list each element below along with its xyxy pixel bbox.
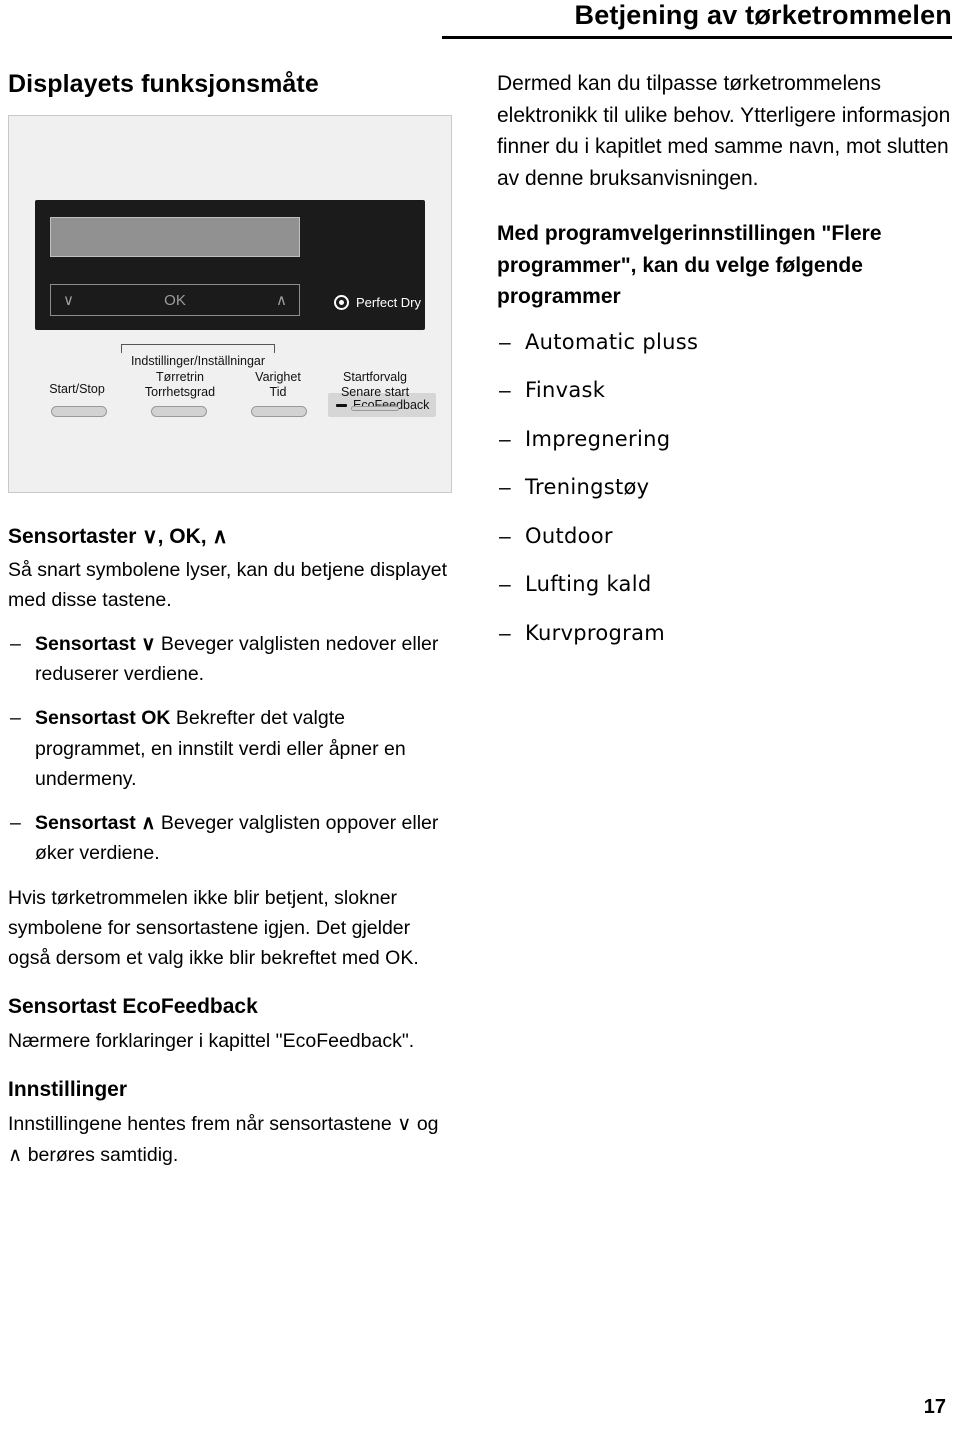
perfect-dry-label: Perfect Dry xyxy=(356,295,422,310)
program-label: Outdoor xyxy=(525,523,613,548)
label-dryness-1: Tørretrin xyxy=(156,370,204,384)
bullet-dash: – xyxy=(499,621,511,645)
bullet-head-ok: Sensortast OK xyxy=(35,707,171,730)
bullet-head-down: Sensortast ∨ xyxy=(35,632,156,655)
page-number: 17 xyxy=(923,1396,946,1418)
settings-body: Innstillingene hentes frem når sensortas… xyxy=(8,1113,439,1166)
label-delay-1: Startforvalg xyxy=(343,370,407,384)
page-header: Betjening av tørketrommelen xyxy=(0,0,960,40)
label-dryness-2: Torrhetsgrad xyxy=(144,385,216,399)
program-item: – Impregnering xyxy=(497,424,952,456)
left-column: Displayets funksjonsmåte ∨ OK ∧ Perfect … xyxy=(8,70,453,1184)
ecofeedback-body: Nærmere forklaringer i kapittel "EcoFeed… xyxy=(8,1030,415,1053)
bullet-sensor-down: – Sensortast ∨ Beveger valglisten nedove… xyxy=(8,629,453,689)
button-start-stop xyxy=(51,406,107,417)
program-item: – Automatic pluss xyxy=(497,327,952,359)
programs-intro: Med programvelgerinnstillingen "Flere pr… xyxy=(497,222,882,308)
bullet-sensor-up: – Sensortast ∧ Beveger valglisten oppove… xyxy=(8,808,453,868)
program-label: Finvask xyxy=(525,378,606,402)
control-panel-illustration: ∨ OK ∧ Perfect Dry EcoFeedback Start/Sto… xyxy=(8,115,452,493)
bullet-dash: – xyxy=(10,707,21,730)
perfect-dry-indicator: Perfect Dry xyxy=(334,295,421,310)
header-divider xyxy=(442,36,952,39)
program-item: – Kurvprogram xyxy=(497,618,952,650)
panel-labels-row: Start/Stop Indstillinger/Inställningar T… xyxy=(35,344,425,417)
program-item: – Treningstøy xyxy=(497,472,952,504)
program-label: Impregnering xyxy=(525,426,671,451)
label-delay-2: Senare start xyxy=(340,385,410,399)
button-delay xyxy=(351,406,399,411)
label-duration-1: Varighet xyxy=(255,370,301,384)
nav-ok-label: OK xyxy=(164,291,186,309)
sensor-keys-heading: Sensortaster ∨, OK, ∧ xyxy=(8,525,228,548)
bullet-dash: – xyxy=(499,476,511,499)
page-title: Betjening av tørketrommelen xyxy=(574,0,952,30)
paragraph-idle-timeout: Hvis tørketrommelen ikke blir betjent, s… xyxy=(8,886,419,969)
right-column: Dermed kan du tilpasse tørketrommelens e… xyxy=(497,68,952,666)
display-screen: ∨ OK ∧ Perfect Dry EcoFeedback xyxy=(35,200,436,417)
settings-heading: Innstillinger xyxy=(8,1078,128,1102)
label-settings: Indstillinger/Inställningar xyxy=(130,354,266,368)
display-text-area xyxy=(50,217,300,257)
program-item: – Outdoor xyxy=(497,521,952,553)
label-duration-2: Tid xyxy=(269,385,287,399)
program-label: Automatic pluss xyxy=(525,329,699,354)
section-title: Displayets funksjonsmåte xyxy=(8,70,319,98)
perfect-dry-icon xyxy=(334,295,349,310)
bullet-head-up: Sensortast ∧ xyxy=(35,812,156,835)
program-label: Lufting kald xyxy=(525,572,652,596)
label-start-stop: Start/Stop xyxy=(49,382,105,396)
settings-bracket xyxy=(121,344,275,353)
sensor-keys-intro: Så snart symbolene lyser, kan du betjene… xyxy=(8,558,448,611)
bullet-dash: – xyxy=(499,524,511,548)
bullet-dash: – xyxy=(499,573,511,596)
button-duration xyxy=(251,406,307,417)
program-item: – Finvask xyxy=(497,375,952,407)
nav-down-icon: ∨ xyxy=(63,291,74,309)
bullet-sensor-ok: – Sensortast OK Bekrefter det valgte pro… xyxy=(8,703,453,794)
nav-up-icon: ∧ xyxy=(276,291,287,309)
program-item: – Lufting kald xyxy=(497,569,952,601)
bullet-dash: – xyxy=(10,812,21,835)
bullet-dash: – xyxy=(499,379,511,402)
bullet-dash: – xyxy=(499,330,511,354)
program-label: Kurvprogram xyxy=(525,620,666,645)
bullet-dash: – xyxy=(10,632,21,655)
bullet-dash: – xyxy=(499,427,511,451)
display-nav-row: ∨ OK ∧ xyxy=(50,284,300,316)
button-dryness xyxy=(151,406,207,417)
ecofeedback-heading: Sensortast EcoFeedback xyxy=(8,995,258,1019)
intro-paragraph: Dermed kan du tilpasse tørketrommelens e… xyxy=(497,72,951,190)
program-label: Treningstøy xyxy=(525,475,650,499)
